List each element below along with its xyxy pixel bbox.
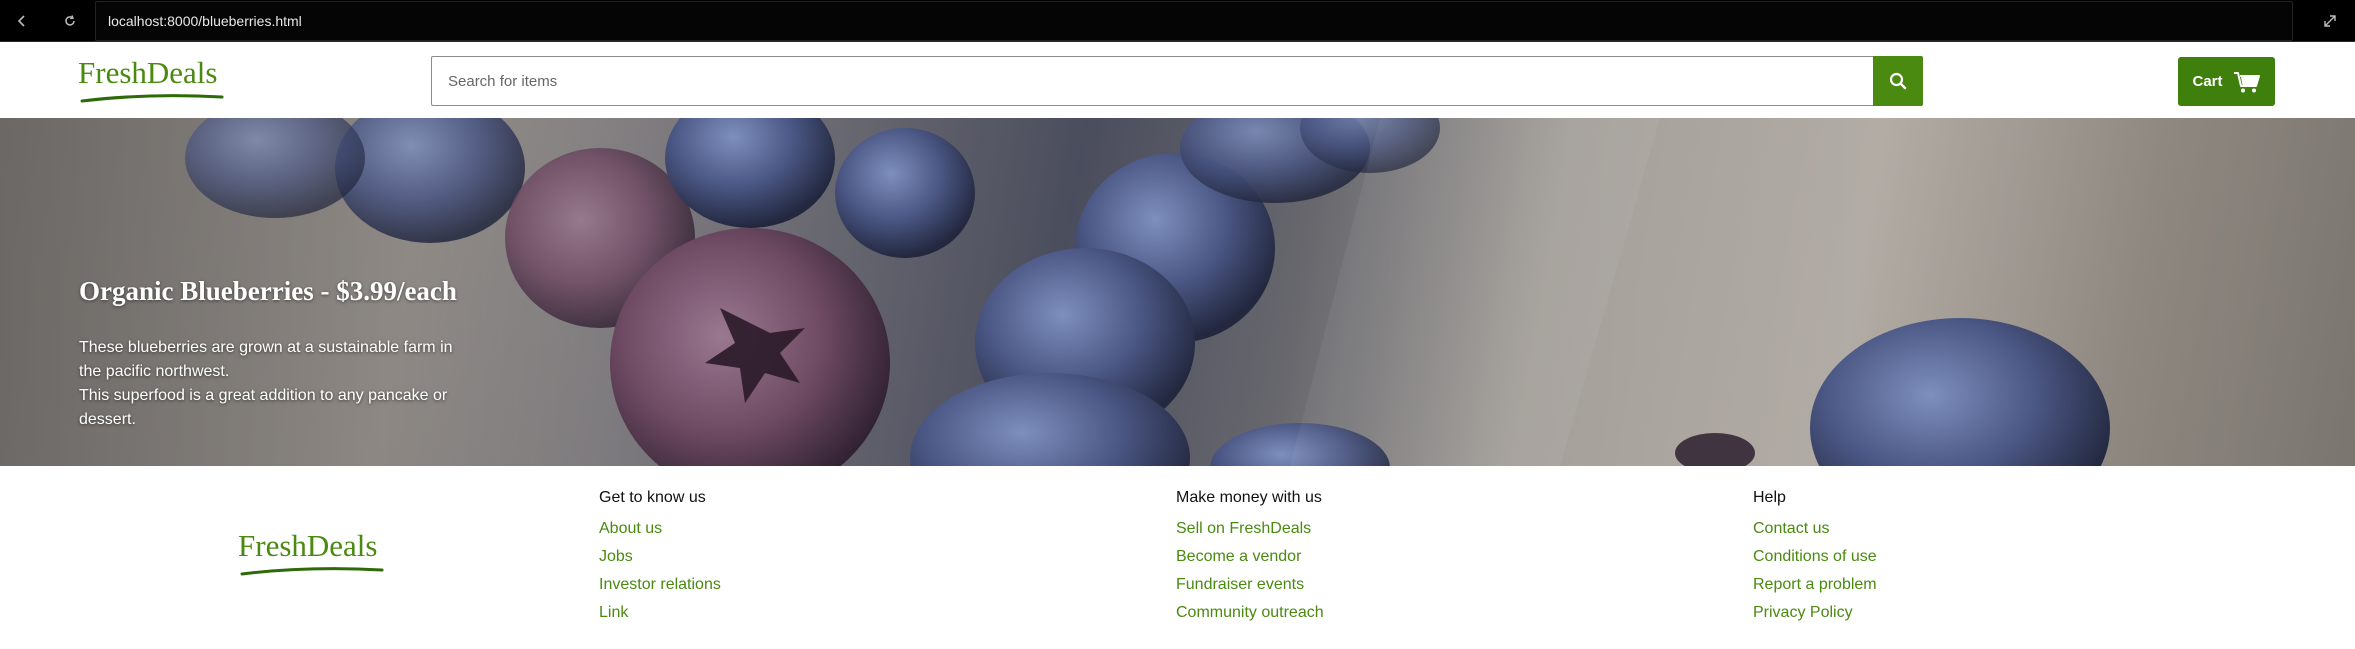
cart-button[interactable]: Cart [2178, 57, 2275, 106]
footer-column-get-to-know-us: Get to know us About us Jobs Investor re… [599, 487, 721, 627]
search-icon [1889, 72, 1907, 90]
footer-link-community-outreach[interactable]: Community outreach [1176, 604, 1324, 621]
product-description: These blueberries are grown at a sustain… [79, 336, 479, 432]
footer-link-become-vendor[interactable]: Become a vendor [1176, 548, 1301, 565]
back-arrow-icon[interactable] [10, 9, 34, 33]
site-header: FreshDeals Cart [0, 43, 2355, 118]
footer-heading: Get to know us [599, 489, 706, 506]
header-logo[interactable]: FreshDeals [78, 55, 228, 105]
footer-link-fundraiser-events[interactable]: Fundraiser events [1176, 576, 1304, 593]
hero-banner: Organic Blueberries - $3.99/each These b… [0, 118, 2355, 466]
footer-column-make-money: Make money with us Sell on FreshDeals Be… [1176, 487, 1324, 627]
description-line: This superfood is a great addition to an… [79, 387, 448, 428]
browser-toolbar: localhost:8000/blueberries.html [0, 0, 2355, 42]
address-bar[interactable]: localhost:8000/blueberries.html [95, 1, 2293, 41]
cart-label: Cart [2192, 73, 2223, 90]
expand-icon[interactable] [2318, 9, 2342, 33]
footer-link-privacy-policy[interactable]: Privacy Policy [1753, 604, 1853, 621]
search-input[interactable] [431, 56, 1875, 106]
footer-heading: Make money with us [1176, 489, 1322, 506]
footer-link-conditions-of-use[interactable]: Conditions of use [1753, 548, 1877, 565]
reload-icon[interactable] [58, 9, 82, 33]
footer-heading: Help [1753, 489, 1786, 506]
footer-link-link[interactable]: Link [599, 604, 628, 621]
footer-link-jobs[interactable]: Jobs [599, 548, 633, 565]
footer-link-report-problem[interactable]: Report a problem [1753, 576, 1877, 593]
description-line: These blueberries are grown at a sustain… [79, 339, 453, 380]
logo-swoosh [240, 567, 384, 576]
footer-link-about-us[interactable]: About us [599, 520, 662, 537]
footer-link-sell[interactable]: Sell on FreshDeals [1176, 520, 1311, 537]
footer-logo[interactable]: FreshDeals [238, 528, 388, 578]
logo-text: FreshDeals [238, 528, 378, 563]
url-text: localhost:8000/blueberries.html [108, 13, 302, 29]
logo-text: FreshDeals [78, 55, 218, 90]
site-footer: FreshDeals Get to know us About us Jobs … [0, 466, 2355, 649]
product-title: Organic Blueberries - $3.99/each [79, 276, 457, 306]
footer-link-investor-relations[interactable]: Investor relations [599, 576, 721, 593]
footer-link-contact-us[interactable]: Contact us [1753, 520, 1829, 537]
search-button[interactable] [1873, 56, 1923, 106]
cart-icon [2233, 71, 2260, 92]
search-bar [431, 56, 1923, 106]
footer-column-help: Help Contact us Conditions of use Report… [1753, 487, 1877, 627]
logo-swoosh [80, 94, 224, 103]
